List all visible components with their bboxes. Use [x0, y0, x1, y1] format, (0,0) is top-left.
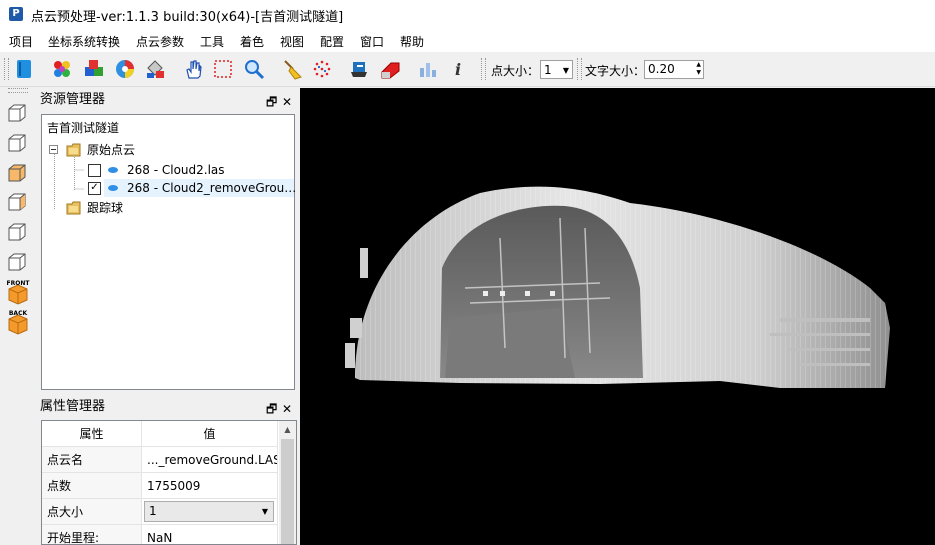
tunnel-point-cloud — [345, 186, 890, 388]
menu-cloud-params[interactable]: 点云参数 — [136, 33, 184, 50]
point-size-combobox[interactable]: 1 ▼ — [144, 501, 274, 522]
toolbar-grip[interactable] — [481, 58, 486, 80]
point-cloud-icon[interactable] — [310, 57, 334, 81]
text-size-label: 文字大小： — [585, 64, 646, 78]
property-table: 属性 值 点云名 ..._removeGround.LAS 点数 1755009… — [41, 420, 297, 545]
menu-tools[interactable]: 工具 — [200, 33, 224, 50]
color-sphere-icon[interactable] — [113, 57, 137, 81]
float-panel-icon[interactable]: 🗗 — [266, 91, 277, 113]
text-size-spinbox[interactable]: 0.20 ▲ ▼ — [644, 60, 704, 79]
tree-item-cloud2[interactable]: 268 - Cloud2_removeGrou… — [127, 179, 296, 197]
resource-panel-title: 资源管理器 — [40, 92, 106, 107]
prop-name: 点数 — [42, 473, 142, 499]
resource-tree: 吉首测试隧道 原始点云 268 - Cloud2.las ✓ 268 - Clo… — [41, 114, 296, 390]
column-header-name[interactable]: 属性 — [42, 421, 142, 447]
broom-icon[interactable] — [280, 57, 304, 81]
view-right-icon[interactable] — [6, 191, 28, 213]
toolbar-grip[interactable] — [8, 88, 28, 93]
info-icon[interactable]: i — [446, 57, 470, 81]
title-bar: P 点云预处理-ver:1.1.3 build:30(x64)-[吉首测试隧道] — [0, 0, 935, 30]
menu-view[interactable]: 视图 — [280, 33, 304, 50]
menu-window[interactable]: 窗口 — [360, 33, 384, 50]
prop-value[interactable]: ..._removeGround.LAS — [142, 447, 278, 473]
menu-bar: 项目 坐标系统转换 点云参数 工具 着色 视图 配置 窗口 帮助 — [0, 30, 935, 52]
float-panel-icon[interactable]: 🗗 — [266, 398, 277, 420]
menu-project[interactable]: 项目 — [9, 33, 33, 50]
prop-name: 点云名 — [42, 447, 142, 473]
chevron-down-icon: ▼ — [562, 66, 569, 75]
point-size-label: 点大小： — [491, 64, 540, 78]
spin-arrows-icon[interactable]: ▲ ▼ — [696, 61, 701, 77]
column-header-value[interactable]: 值 — [142, 421, 278, 447]
close-panel-icon[interactable]: ✕ — [282, 398, 292, 420]
hand-pan-icon[interactable] — [181, 57, 205, 81]
tree-folder-track[interactable]: 跟踪球 — [87, 199, 123, 217]
vertical-scrollbar[interactable]: ▲ — [279, 421, 296, 544]
paint-bucket-icon[interactable] — [143, 57, 167, 81]
zoom-icon[interactable] — [242, 57, 266, 81]
toolbar-grip[interactable] — [4, 58, 9, 80]
scroll-up-icon[interactable]: ▲ — [279, 421, 296, 438]
eraser-icon[interactable] — [378, 57, 402, 81]
view-front-label: FRONT — [6, 280, 30, 287]
view-back-label: BACK — [8, 310, 28, 317]
view-front-button[interactable]: FRONT — [5, 280, 31, 306]
view-iso-icon[interactable] — [6, 221, 28, 243]
menu-help[interactable]: 帮助 — [400, 33, 424, 50]
menu-coloring[interactable]: 着色 — [240, 33, 264, 50]
cloud-icon — [108, 167, 118, 173]
main-toolbar: i 点大小： 1 ▼ 文字大小： 0.20 ▲ ▼ — [0, 52, 935, 87]
color-palette-icon[interactable] — [50, 57, 74, 81]
tree-item-cloud1[interactable]: 268 - Cloud2.las — [127, 161, 225, 179]
view-back-button[interactable]: BACK — [5, 310, 31, 336]
close-panel-icon[interactable]: ✕ — [282, 91, 292, 113]
view-toolbar: FRONT BACK — [0, 88, 36, 545]
bar-chart-icon[interactable] — [416, 57, 440, 81]
resource-panel-header: 资源管理器 🗗 ✕ — [36, 89, 298, 113]
prop-name: 点大小 — [42, 499, 142, 525]
tree-root[interactable]: 吉首测试隧道 — [47, 119, 119, 137]
view-left-icon[interactable] — [6, 162, 28, 184]
book-icon[interactable] — [12, 57, 36, 81]
prop-value[interactable]: 1755009 — [142, 473, 278, 499]
view-iso2-icon[interactable] — [6, 251, 28, 273]
point-size-select[interactable]: 1 ▼ — [540, 60, 573, 79]
scrollbar-thumb[interactable] — [281, 439, 294, 544]
toolbar-grip[interactable] — [577, 58, 582, 80]
property-panel-title: 属性管理器 — [40, 399, 106, 414]
chevron-down-icon: ▼ — [261, 507, 268, 516]
prop-value: 1 ▼ — [142, 499, 278, 525]
property-panel-header: 属性管理器 🗗 ✕ — [36, 396, 298, 420]
cloud-icon — [108, 185, 118, 191]
prop-value[interactable]: NaN — [142, 525, 278, 544]
export-icon[interactable] — [347, 57, 371, 81]
collapse-icon[interactable] — [49, 145, 59, 155]
rect-select-icon[interactable] — [211, 57, 235, 81]
tree-lines — [74, 155, 84, 190]
tree-folder-raw[interactable]: 原始点云 — [87, 141, 135, 159]
3d-viewport[interactable] — [300, 88, 935, 545]
view-top-icon[interactable] — [6, 102, 28, 124]
menu-config[interactable]: 配置 — [320, 33, 344, 50]
folder-icon — [66, 201, 81, 215]
app-logo-icon: P — [9, 7, 23, 21]
window-title: 点云预处理-ver:1.1.3 build:30(x64)-[吉首测试隧道] — [31, 10, 344, 25]
view-bottom-icon[interactable] — [6, 132, 28, 154]
cloud2-checkbox[interactable]: ✓ — [88, 182, 101, 195]
cloud1-checkbox[interactable] — [88, 164, 101, 177]
menu-coordinate-transform[interactable]: 坐标系统转换 — [48, 33, 120, 50]
color-cubes-icon[interactable] — [82, 57, 106, 81]
svg-text:i: i — [455, 60, 461, 79]
prop-name: 开始里程: — [42, 525, 142, 544]
